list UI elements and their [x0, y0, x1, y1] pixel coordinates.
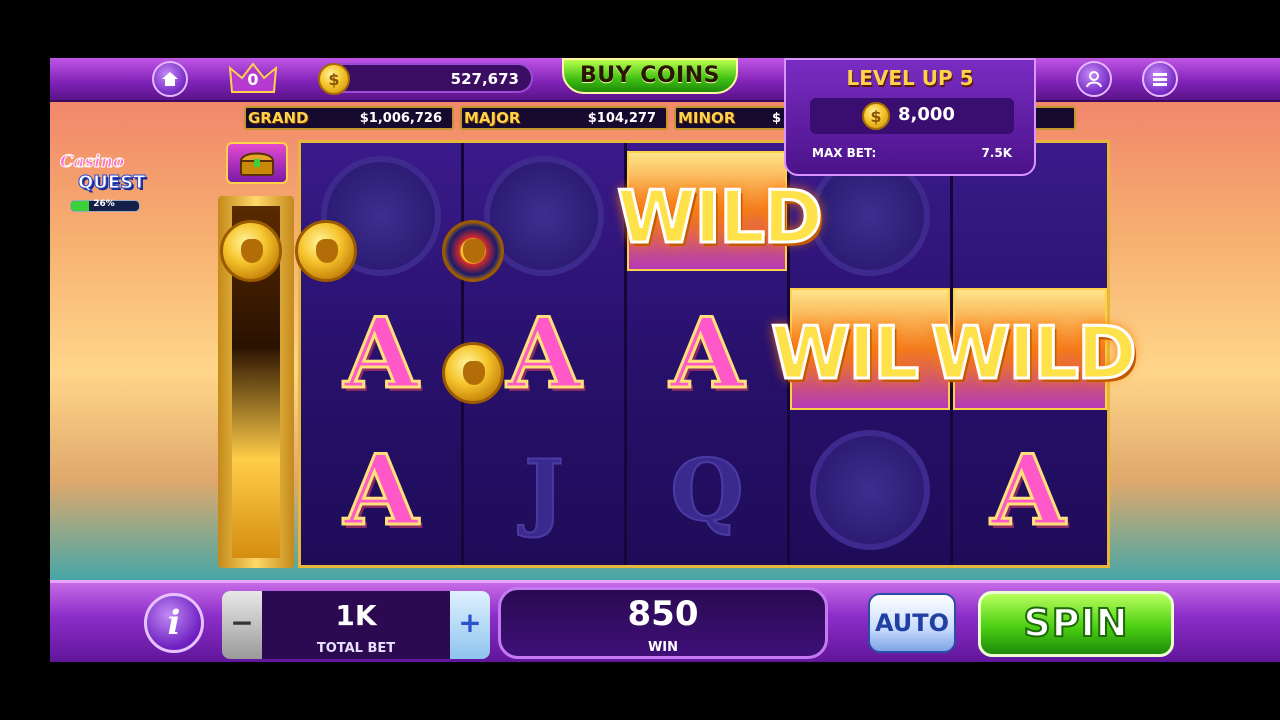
jackpot-grand: GRAND $1,006,726 [244, 106, 454, 130]
letter-a-symbol: A [342, 432, 419, 548]
jackpot-name: GRAND [248, 109, 309, 127]
win-panel: 850 WIN [498, 587, 828, 659]
jackpot-value: $ [772, 111, 782, 126]
win-label: WIN [647, 640, 679, 655]
coin-balance: 527,673 [450, 70, 519, 88]
level-up-popup: LEVEL UP 5 $ 8,000 MAX BET: 7.5K [784, 58, 1036, 176]
max-bet-label: MAX BET: [812, 146, 877, 160]
buy-coins-label: BUY COINS [579, 63, 720, 88]
letter-a-symbol: A [342, 295, 419, 411]
game-frame: 0 $ 527,673 BUY COINS GRAND $1,006,726 M… [50, 58, 1280, 662]
increase-bet-button[interactable]: + [450, 591, 490, 659]
jackpot-value: $104,277 [587, 111, 656, 126]
letter-j-symbol: J [523, 440, 565, 541]
scarab-symbol [795, 425, 945, 555]
home-icon [162, 72, 178, 86]
level-up-title: LEVEL UP 5 [846, 66, 974, 90]
crown-count: 0 [247, 70, 259, 89]
wild-symbol: WILD [930, 310, 1139, 397]
coin-icon: $ [318, 63, 350, 95]
level-up-reward: $ 8,000 [810, 98, 1014, 134]
gold-scarab-coin [442, 342, 504, 404]
treasure-chest-button[interactable] [226, 142, 288, 184]
menu-button[interactable] [1142, 61, 1178, 97]
casino-quest-widget[interactable]: Casino QUEST 26% [56, 150, 152, 220]
gold-scarab-coin [295, 220, 357, 282]
reel-area[interactable]: A A A A J Q A WILD WIL WILD [298, 140, 1138, 568]
total-bet-label: TOTAL BET [316, 641, 396, 656]
letter-q-symbol: Q [669, 440, 744, 541]
profile-button[interactable] [1076, 61, 1112, 97]
total-bet-panel: − 1K TOTAL BET + [222, 591, 490, 659]
jackpot-major: MAJOR $104,277 [460, 106, 668, 130]
menu-icon [1153, 73, 1167, 86]
auto-spin-button[interactable]: AUTO [868, 593, 956, 653]
casino-quest-progress-label: 26% [93, 199, 115, 209]
jackpot-value: $1,006,726 [359, 111, 442, 126]
spin-button[interactable]: SPIN [978, 591, 1174, 657]
wild-symbol-partial: WIL [769, 310, 920, 397]
coin-balance-pill: $ 527,673 [318, 63, 533, 95]
total-bet-value: 1K [335, 599, 377, 632]
info-button[interactable]: i [144, 593, 204, 653]
gold-scarab-coin [220, 220, 282, 282]
bottom-bar: i − 1K TOTAL BET + 850 WIN AUTO SPIN [50, 580, 1280, 662]
win-value: 850 [627, 594, 699, 634]
level-up-reward-amount: 8,000 [898, 104, 955, 125]
letter-a-symbol: A [668, 295, 745, 411]
jackpot-name: MINOR [678, 109, 736, 127]
profile-icon [1086, 71, 1102, 88]
crown-badge[interactable]: 0 [228, 62, 278, 96]
jeweled-scarab-coin [442, 220, 504, 282]
casino-quest-subtitle: QUEST [77, 172, 146, 194]
letter-a-symbol: A [989, 432, 1066, 548]
coin-icon: $ [862, 102, 890, 130]
casino-quest-title: Casino [59, 152, 125, 173]
buy-coins-button[interactable]: BUY COINS [562, 58, 738, 94]
home-button[interactable] [152, 61, 188, 97]
treasure-chest-icon [239, 152, 275, 176]
wild-symbol: WILD [616, 174, 825, 261]
top-bar: 0 $ 527,673 BUY COINS [50, 58, 1280, 102]
max-bet-value: 7.5K [981, 146, 1012, 160]
jackpot-name: MAJOR [464, 109, 521, 127]
decrease-bet-button[interactable]: − [222, 591, 262, 659]
